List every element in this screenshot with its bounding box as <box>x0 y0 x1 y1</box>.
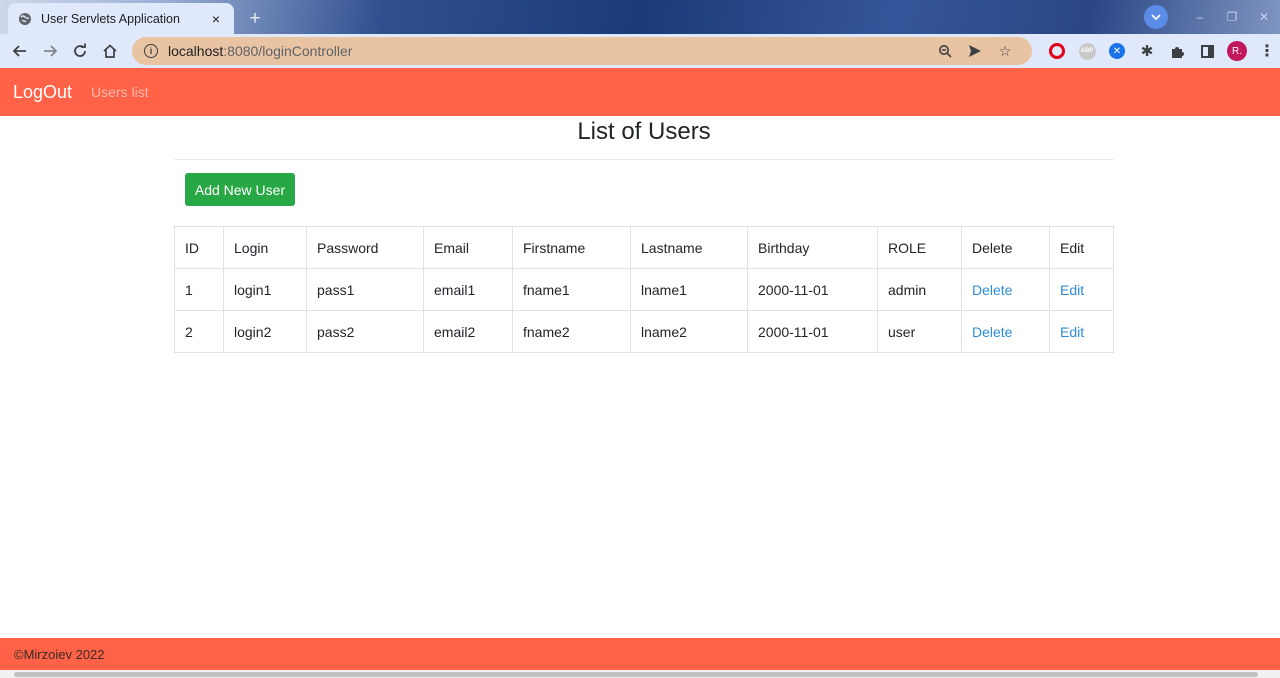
site-info-icon[interactable]: i <box>144 44 158 58</box>
adblock-plus-icon[interactable]: ABP <box>1072 36 1102 66</box>
cell-email: email2 <box>423 310 513 353</box>
opera-extension-icon[interactable] <box>1042 36 1072 66</box>
minimize-icon[interactable]: – <box>1184 10 1216 24</box>
forward-arrow-icon[interactable] <box>35 36 65 66</box>
cell-login: login2 <box>223 310 307 353</box>
chevron-down-icon <box>1151 14 1161 20</box>
horizontal-scrollbar[interactable] <box>0 670 1280 678</box>
tab-title: User Servlets Application <box>41 11 180 26</box>
edit-link[interactable]: Edit <box>1060 324 1084 340</box>
browser-tab-strip: User Servlets Application × + – ❐ ✕ <box>0 0 1280 34</box>
browser-menu-icon[interactable]: ⋮ <box>1252 36 1280 66</box>
header-email: Email <box>423 226 513 269</box>
puzzle-extensions-icon[interactable] <box>1162 36 1192 66</box>
cell-edit: Edit <box>1049 310 1114 353</box>
header-delete: Delete <box>961 226 1050 269</box>
url-host: localhost <box>168 43 224 59</box>
cell-role: user <box>877 310 962 353</box>
users-list-link[interactable]: Users list <box>91 84 149 100</box>
home-icon[interactable] <box>95 36 125 66</box>
cell-lastname: lname1 <box>630 268 748 311</box>
restore-icon[interactable]: ❐ <box>1216 10 1248 24</box>
header-login: Login <box>223 226 307 269</box>
edit-link[interactable]: Edit <box>1060 282 1084 298</box>
header-edit: Edit <box>1049 226 1114 269</box>
browser-toolbar: i localhost:8080/loginController ☆ ABP ✕… <box>0 34 1280 68</box>
users-table: ID Login Password Email Firstname Lastna… <box>174 226 1114 353</box>
page-title: List of Users <box>577 118 711 145</box>
cell-firstname: fname1 <box>512 268 631 311</box>
cell-edit: Edit <box>1049 268 1114 311</box>
cell-login: login1 <box>223 268 307 311</box>
browser-tab[interactable]: User Servlets Application × <box>8 3 234 34</box>
cell-password: pass2 <box>306 310 424 353</box>
close-window-icon[interactable]: ✕ <box>1248 10 1280 24</box>
header-firstname: Firstname <box>512 226 631 269</box>
delete-link[interactable]: Delete <box>972 282 1012 298</box>
table-row: 1 login1 pass1 email1 fname1 lname1 2000… <box>174 268 1114 311</box>
new-tab-button[interactable]: + <box>243 6 267 30</box>
main-container: List of Users Add New User ID Login Pass… <box>174 116 1114 353</box>
scrollbar-thumb[interactable] <box>14 672 1258 677</box>
bookmark-star-icon[interactable]: ☆ <box>990 43 1020 60</box>
zoom-icon[interactable] <box>930 44 960 58</box>
globe-icon <box>18 12 32 26</box>
cell-id: 2 <box>174 310 224 353</box>
cell-firstname: fname2 <box>512 310 631 353</box>
extensions-area: ABP ✕ ✱ R. ⋮ <box>1042 34 1280 68</box>
header-role: ROLE <box>877 226 962 269</box>
profile-avatar[interactable]: R. <box>1222 36 1252 66</box>
tab-close-icon[interactable]: × <box>208 11 224 27</box>
url-text[interactable]: localhost:8080/loginController <box>168 43 930 59</box>
logout-link[interactable]: LogOut <box>13 82 72 103</box>
bug-extension-icon[interactable]: ✱ <box>1132 36 1162 66</box>
back-arrow-icon[interactable] <box>5 36 35 66</box>
send-icon[interactable] <box>960 44 990 58</box>
header-lastname: Lastname <box>630 226 748 269</box>
address-bar[interactable]: i localhost:8080/loginController ☆ <box>132 37 1032 65</box>
tab-search-button[interactable] <box>1144 5 1168 29</box>
table-row: 2 login2 pass2 email2 fname2 lname2 2000… <box>174 310 1114 353</box>
divider <box>174 159 1114 160</box>
reload-icon[interactable] <box>65 36 95 66</box>
cell-role: admin <box>877 268 962 311</box>
blue-extension-icon[interactable]: ✕ <box>1102 36 1132 66</box>
cell-birthday: 2000-11-01 <box>747 268 878 311</box>
url-path: :8080/loginController <box>223 43 353 59</box>
cell-lastname: lname2 <box>630 310 748 353</box>
delete-link[interactable]: Delete <box>972 324 1012 340</box>
header-password: Password <box>306 226 424 269</box>
cell-email: email1 <box>423 268 513 311</box>
side-panel-icon[interactable] <box>1192 36 1222 66</box>
cell-password: pass1 <box>306 268 424 311</box>
app-navbar: LogOut Users list <box>0 68 1280 116</box>
window-controls: – ❐ ✕ <box>1144 0 1280 34</box>
cell-id: 1 <box>174 268 224 311</box>
footer: ©Mirzoiev 2022 <box>0 638 1280 670</box>
footer-copyright: ©Mirzoiev 2022 <box>14 646 105 662</box>
table-header-row: ID Login Password Email Firstname Lastna… <box>174 226 1114 269</box>
cell-delete: Delete <box>961 310 1050 353</box>
header-id: ID <box>174 226 224 269</box>
header-birthday: Birthday <box>747 226 878 269</box>
cell-birthday: 2000-11-01 <box>747 310 878 353</box>
cell-delete: Delete <box>961 268 1050 311</box>
add-new-user-button[interactable]: Add New User <box>185 173 295 206</box>
